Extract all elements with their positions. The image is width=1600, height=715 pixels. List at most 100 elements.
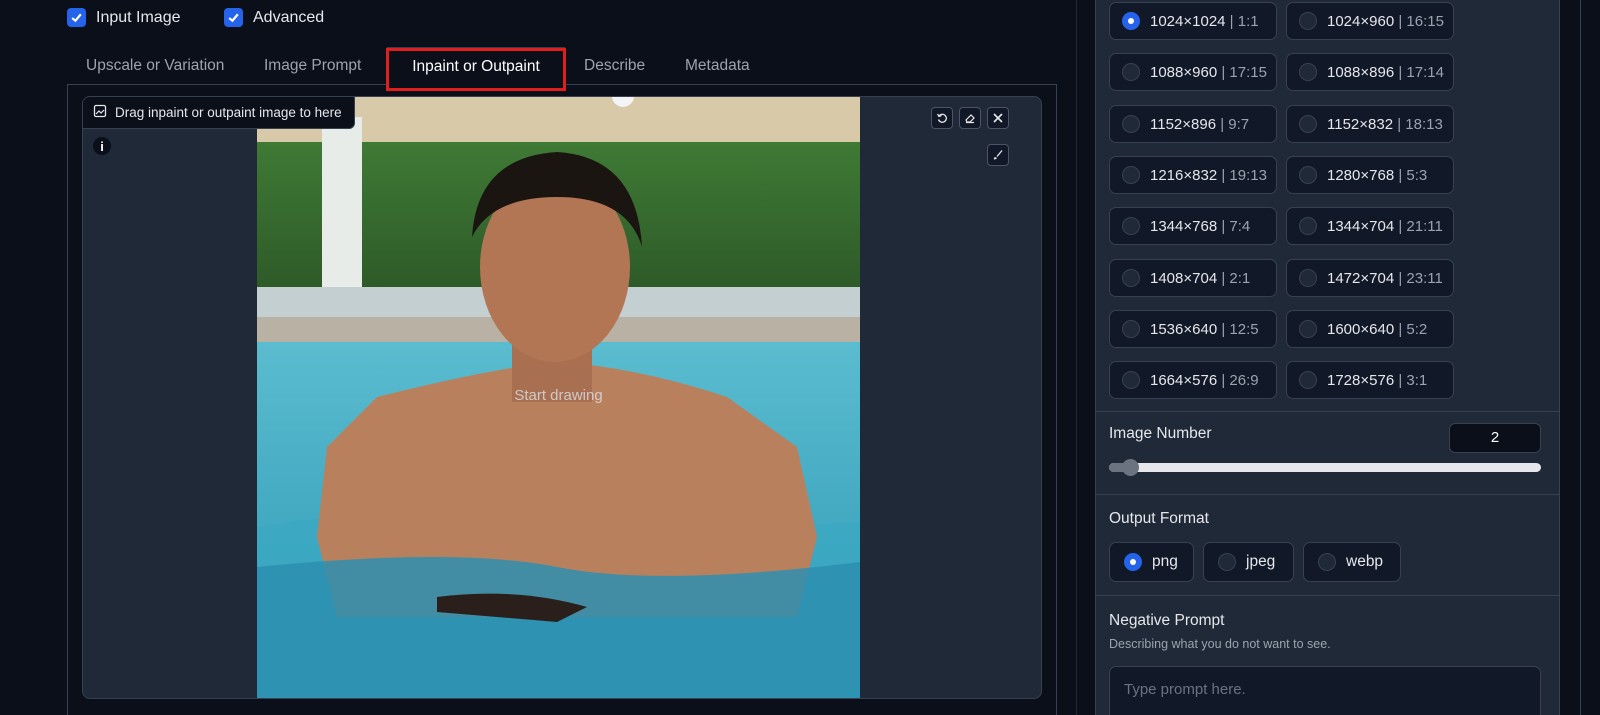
- negative-prompt-description: Describing what you do not want to see.: [1109, 637, 1331, 651]
- advanced-checkbox[interactable]: Advanced: [224, 8, 324, 27]
- negative-prompt-input[interactable]: Type prompt here.: [1109, 666, 1541, 715]
- resolution-size: 1280×768: [1327, 166, 1395, 184]
- drop-zone-label[interactable]: Drag inpaint or outpaint image to here: [83, 97, 355, 129]
- resolution-option[interactable]: 1408×704 | 2:1: [1109, 259, 1277, 297]
- resolution-option[interactable]: 1088×896 | 17:14: [1286, 53, 1454, 91]
- resolution-ratio: | 16:15: [1398, 12, 1444, 30]
- format-label: png: [1152, 553, 1178, 570]
- tab-bar: Upscale or Variation Image Prompt Inpain…: [67, 47, 1057, 86]
- format-option-png[interactable]: png: [1109, 542, 1194, 582]
- radio-icon: [1122, 115, 1140, 133]
- resolution-option[interactable]: 1024×1024 | 1:1: [1109, 2, 1277, 40]
- radio-icon: [1122, 63, 1140, 81]
- section-divider: [1095, 595, 1560, 596]
- format-option-jpeg[interactable]: jpeg: [1203, 542, 1294, 582]
- resolution-size: 1600×640: [1327, 320, 1395, 338]
- radio-icon: [1299, 320, 1317, 338]
- resolution-option[interactable]: 1472×704 | 23:11: [1286, 259, 1454, 297]
- resolution-ratio: | 5:2: [1398, 320, 1428, 338]
- resolution-ratio: | 2:1: [1221, 269, 1251, 287]
- resolution-option[interactable]: 1216×832 | 19:13: [1109, 156, 1277, 194]
- resolution-size: 1088×960: [1150, 63, 1218, 81]
- resolution-option[interactable]: 1152×896 | 9:7: [1109, 105, 1277, 143]
- info-icon[interactable]: i: [93, 137, 111, 155]
- output-format-label: Output Format: [1109, 510, 1209, 527]
- slider-thumb[interactable]: [1122, 459, 1139, 476]
- checkmark-icon: [67, 8, 86, 27]
- radio-icon: [1218, 553, 1236, 571]
- negative-prompt-label: Negative Prompt: [1109, 612, 1225, 629]
- resolution-size: 1664×576: [1150, 371, 1218, 389]
- close-icon[interactable]: [987, 107, 1009, 129]
- resolution-option[interactable]: 1280×768 | 5:3: [1286, 156, 1454, 194]
- section-divider: [1095, 411, 1560, 412]
- tab-image-prompt[interactable]: Image Prompt: [264, 47, 361, 85]
- resolution-ratio: | 19:13: [1221, 166, 1267, 184]
- resolution-ratio: | 18:13: [1397, 115, 1443, 133]
- input-image-label: Input Image: [96, 8, 181, 26]
- resolution-option[interactable]: 1344×768 | 7:4: [1109, 207, 1277, 245]
- tab-metadata[interactable]: Metadata: [685, 47, 750, 85]
- brush-icon[interactable]: [987, 144, 1009, 166]
- resolution-option[interactable]: 1728×576 | 3:1: [1286, 361, 1454, 399]
- radio-icon: [1122, 217, 1140, 235]
- format-label: jpeg: [1246, 553, 1276, 570]
- radio-icon: [1299, 371, 1317, 389]
- resolution-size: 1344×704: [1327, 217, 1395, 235]
- radio-icon: [1122, 371, 1140, 389]
- resolution-ratio: | 1:1: [1229, 12, 1259, 30]
- format-option-webp[interactable]: webp: [1303, 542, 1401, 582]
- resolution-size: 1152×832: [1327, 115, 1394, 133]
- tab-inpaint-or-outpaint[interactable]: Inpaint or Outpaint: [387, 47, 565, 86]
- resolution-option[interactable]: 1664×576 | 26:9: [1109, 361, 1277, 399]
- resolution-ratio: | 12:5: [1221, 320, 1259, 338]
- resolution-size: 1728×576: [1327, 371, 1395, 389]
- resolution-option[interactable]: 1024×960 | 16:15: [1286, 2, 1454, 40]
- resolution-option[interactable]: 1152×832 | 18:13: [1286, 105, 1454, 143]
- radio-icon: [1299, 63, 1317, 81]
- tab-describe[interactable]: Describe: [584, 47, 645, 85]
- eraser-icon[interactable]: [959, 107, 981, 129]
- radio-icon: [1318, 553, 1336, 571]
- resolution-ratio: | 7:4: [1221, 217, 1251, 235]
- resolution-option[interactable]: 1536×640 | 12:5: [1109, 310, 1277, 348]
- radio-icon: [1124, 553, 1142, 571]
- resolution-ratio: | 9:7: [1220, 115, 1250, 133]
- radio-icon: [1122, 320, 1140, 338]
- resolution-size: 1024×1024: [1150, 12, 1226, 30]
- column-divider: [1076, 0, 1077, 715]
- tab-upscale-or-variation[interactable]: Upscale or Variation: [86, 47, 224, 85]
- resolution-ratio: | 17:14: [1398, 63, 1444, 81]
- image-number-input[interactable]: 2: [1449, 423, 1541, 453]
- resolution-ratio: | 23:11: [1398, 269, 1443, 287]
- uploaded-photo[interactable]: Start drawing: [257, 97, 860, 698]
- resolution-ratio: | 21:11: [1398, 217, 1443, 235]
- drop-zone-text: Drag inpaint or outpaint image to here: [115, 105, 342, 120]
- input-image-checkbox[interactable]: Input Image: [67, 8, 181, 27]
- resolution-size: 1344×768: [1150, 217, 1218, 235]
- resolution-option[interactable]: 1600×640 | 5:2: [1286, 310, 1454, 348]
- inpaint-canvas[interactable]: Start drawing Drag inpaint or outpaint i…: [82, 96, 1042, 699]
- radio-icon: [1122, 166, 1140, 184]
- image-icon: [93, 104, 107, 121]
- format-label: webp: [1346, 553, 1384, 570]
- section-divider: [1095, 494, 1560, 495]
- resolution-size: 1216×832: [1150, 166, 1218, 184]
- resolution-size: 1536×640: [1150, 320, 1218, 338]
- image-number-label: Image Number: [1109, 425, 1212, 442]
- resolution-ratio: | 26:9: [1221, 371, 1259, 389]
- radio-icon: [1299, 12, 1317, 30]
- undo-icon[interactable]: [931, 107, 953, 129]
- resolution-option[interactable]: 1088×960 | 17:15: [1109, 53, 1277, 91]
- resolution-size: 1024×960: [1327, 12, 1395, 30]
- resolution-ratio: | 17:15: [1221, 63, 1267, 81]
- resolution-size: 1088×896: [1327, 63, 1395, 81]
- panel-edge: [1580, 0, 1581, 715]
- image-number-slider[interactable]: [1109, 459, 1541, 476]
- radio-icon: [1122, 12, 1140, 30]
- resolution-option[interactable]: 1344×704 | 21:11: [1286, 207, 1454, 245]
- start-drawing-hint: Start drawing: [514, 387, 603, 404]
- resolution-ratio: | 3:1: [1398, 371, 1428, 389]
- resolution-size: 1472×704: [1327, 269, 1395, 287]
- checkmark-icon: [224, 8, 243, 27]
